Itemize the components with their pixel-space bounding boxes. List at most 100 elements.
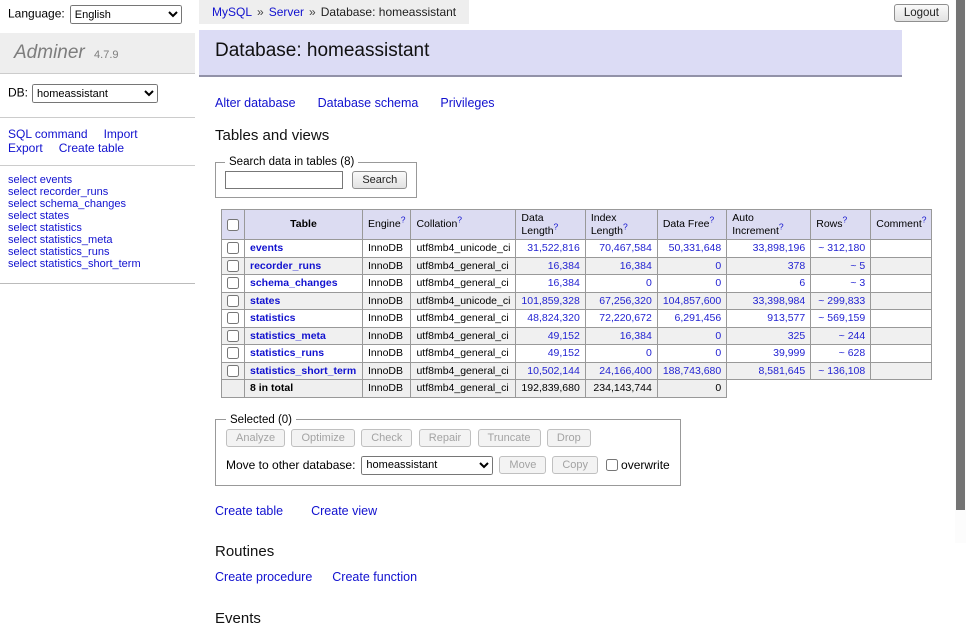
alter-database-link[interactable]: Alter database [215, 96, 296, 110]
table-statistics-short-term-link[interactable]: statistics_short_term [40, 258, 141, 270]
row-checkbox[interactable] [227, 242, 239, 254]
data-length-link[interactable]: 49,152 [548, 330, 580, 342]
table-statistics-meta-link[interactable]: statistics_meta [40, 234, 113, 246]
search-button[interactable]: Search [352, 171, 407, 189]
auto-increment-link[interactable]: 325 [788, 330, 806, 342]
select-statistics-runs-link[interactable]: select [8, 246, 37, 258]
data-free-link[interactable]: 0 [715, 260, 721, 272]
language-select[interactable]: English [70, 5, 182, 24]
logout-button[interactable]: Logout [894, 4, 949, 22]
index-length-link[interactable]: 72,220,672 [599, 312, 652, 324]
optimize-button[interactable]: Optimize [291, 429, 354, 447]
sql-command-link[interactable]: SQL command [8, 127, 88, 141]
rows-count-link[interactable]: ~ 299,833 [818, 295, 865, 307]
create-table-main-link[interactable]: Create table [215, 504, 283, 518]
breadcrumb-server-link[interactable]: Server [269, 5, 304, 19]
overwrite-checkbox[interactable] [606, 459, 618, 471]
db-select[interactable]: homeassistant [32, 84, 158, 103]
rows-help-link[interactable]: ? [843, 215, 848, 225]
drop-button[interactable]: Drop [547, 429, 591, 447]
data-free-link[interactable]: 50,331,648 [669, 242, 722, 254]
truncate-button[interactable]: Truncate [478, 429, 541, 447]
check-button[interactable]: Check [361, 429, 412, 447]
select-all-checkbox[interactable] [227, 219, 239, 231]
row-checkbox[interactable] [227, 365, 239, 377]
rows-count-link[interactable]: ~ 569,159 [818, 312, 865, 324]
data-length-link[interactable]: 16,384 [548, 277, 580, 289]
select-states-link[interactable]: select [8, 210, 37, 222]
select-events-link[interactable]: select [8, 174, 37, 186]
auto-increment-link[interactable]: 6 [799, 277, 805, 289]
database-schema-link[interactable]: Database schema [318, 96, 419, 110]
index-length-link[interactable]: 0 [646, 277, 652, 289]
repair-button[interactable]: Repair [419, 429, 471, 447]
export-link[interactable]: Export [8, 141, 43, 155]
create-function-link[interactable]: Create function [332, 570, 417, 584]
import-link[interactable]: Import [104, 127, 138, 141]
table-events-link[interactable]: events [40, 174, 72, 186]
data-length-help-link[interactable]: ? [554, 221, 559, 231]
data-length-link[interactable]: 16,384 [548, 260, 580, 272]
select-statistics-meta-link[interactable]: select [8, 234, 37, 246]
table-schema-changes-link[interactable]: schema_changes [40, 198, 126, 210]
table-name-link[interactable]: statistics [250, 312, 296, 324]
row-checkbox[interactable] [227, 312, 239, 324]
table-statistics-runs-link[interactable]: statistics_runs [40, 246, 110, 258]
data-free-help-link[interactable]: ? [710, 215, 715, 225]
data-free-link[interactable]: 6,291,456 [675, 312, 722, 324]
select-statistics-short-term-link[interactable]: select [8, 258, 37, 270]
auto-increment-link[interactable]: 39,999 [773, 347, 805, 359]
move-database-select[interactable]: homeassistant [361, 456, 493, 475]
breadcrumb-mysql-link[interactable]: MySQL [212, 5, 252, 19]
index-length-link[interactable]: 24,166,400 [599, 365, 652, 377]
index-length-help-link[interactable]: ? [623, 221, 628, 231]
select-recorder-runs-link[interactable]: select [8, 186, 37, 198]
create-table-link[interactable]: Create table [59, 141, 124, 155]
data-length-link[interactable]: 10,502,144 [527, 365, 580, 377]
select-statistics-link[interactable]: select [8, 222, 37, 234]
rows-count-link[interactable]: ~ 136,108 [818, 365, 865, 377]
search-input[interactable] [225, 171, 343, 189]
data-free-link[interactable]: 104,857,600 [663, 295, 721, 307]
index-length-link[interactable]: 70,467,584 [599, 242, 652, 254]
table-name-link[interactable]: statistics_runs [250, 347, 324, 359]
index-length-link[interactable]: 16,384 [620, 260, 652, 272]
rows-count-link[interactable]: ~ 312,180 [818, 242, 865, 254]
table-name-link[interactable]: events [250, 242, 283, 254]
engine-help-link[interactable]: ? [401, 215, 406, 225]
auto-increment-link[interactable]: 8,581,645 [759, 365, 806, 377]
data-length-link[interactable]: 31,522,816 [527, 242, 580, 254]
scrollbar-thumb[interactable] [956, 0, 965, 510]
row-checkbox[interactable] [227, 347, 239, 359]
index-length-link[interactable]: 67,256,320 [599, 295, 652, 307]
table-name-link[interactable]: recorder_runs [250, 260, 321, 272]
index-length-link[interactable]: 16,384 [620, 330, 652, 342]
row-checkbox[interactable] [227, 295, 239, 307]
data-free-link[interactable]: 0 [715, 347, 721, 359]
auto-increment-help-link[interactable]: ? [779, 221, 784, 231]
collation-help-link[interactable]: ? [457, 215, 462, 225]
table-name-link[interactable]: states [250, 295, 280, 307]
auto-increment-link[interactable]: 33,398,984 [753, 295, 806, 307]
auto-increment-link[interactable]: 33,898,196 [753, 242, 806, 254]
row-checkbox[interactable] [227, 260, 239, 272]
table-name-link[interactable]: statistics_meta [250, 330, 326, 342]
analyze-button[interactable]: Analyze [226, 429, 285, 447]
rows-count-link[interactable]: ~ 5 [850, 260, 865, 272]
privileges-link[interactable]: Privileges [440, 96, 494, 110]
data-length-link[interactable]: 49,152 [548, 347, 580, 359]
comment-help-link[interactable]: ? [922, 215, 927, 225]
rows-count-link[interactable]: ~ 3 [850, 277, 865, 289]
table-name-link[interactable]: schema_changes [250, 277, 338, 289]
scrollbar-track[interactable] [955, 0, 966, 543]
data-free-link[interactable]: 0 [715, 277, 721, 289]
data-free-link[interactable]: 0 [715, 330, 721, 342]
auto-increment-link[interactable]: 378 [788, 260, 806, 272]
table-statistics-link[interactable]: statistics [40, 222, 82, 234]
auto-increment-link[interactable]: 913,577 [767, 312, 805, 324]
table-recorder-runs-link[interactable]: recorder_runs [40, 186, 108, 198]
row-checkbox[interactable] [227, 277, 239, 289]
index-length-link[interactable]: 0 [646, 347, 652, 359]
data-length-link[interactable]: 101,859,328 [521, 295, 579, 307]
copy-button[interactable]: Copy [552, 456, 598, 474]
